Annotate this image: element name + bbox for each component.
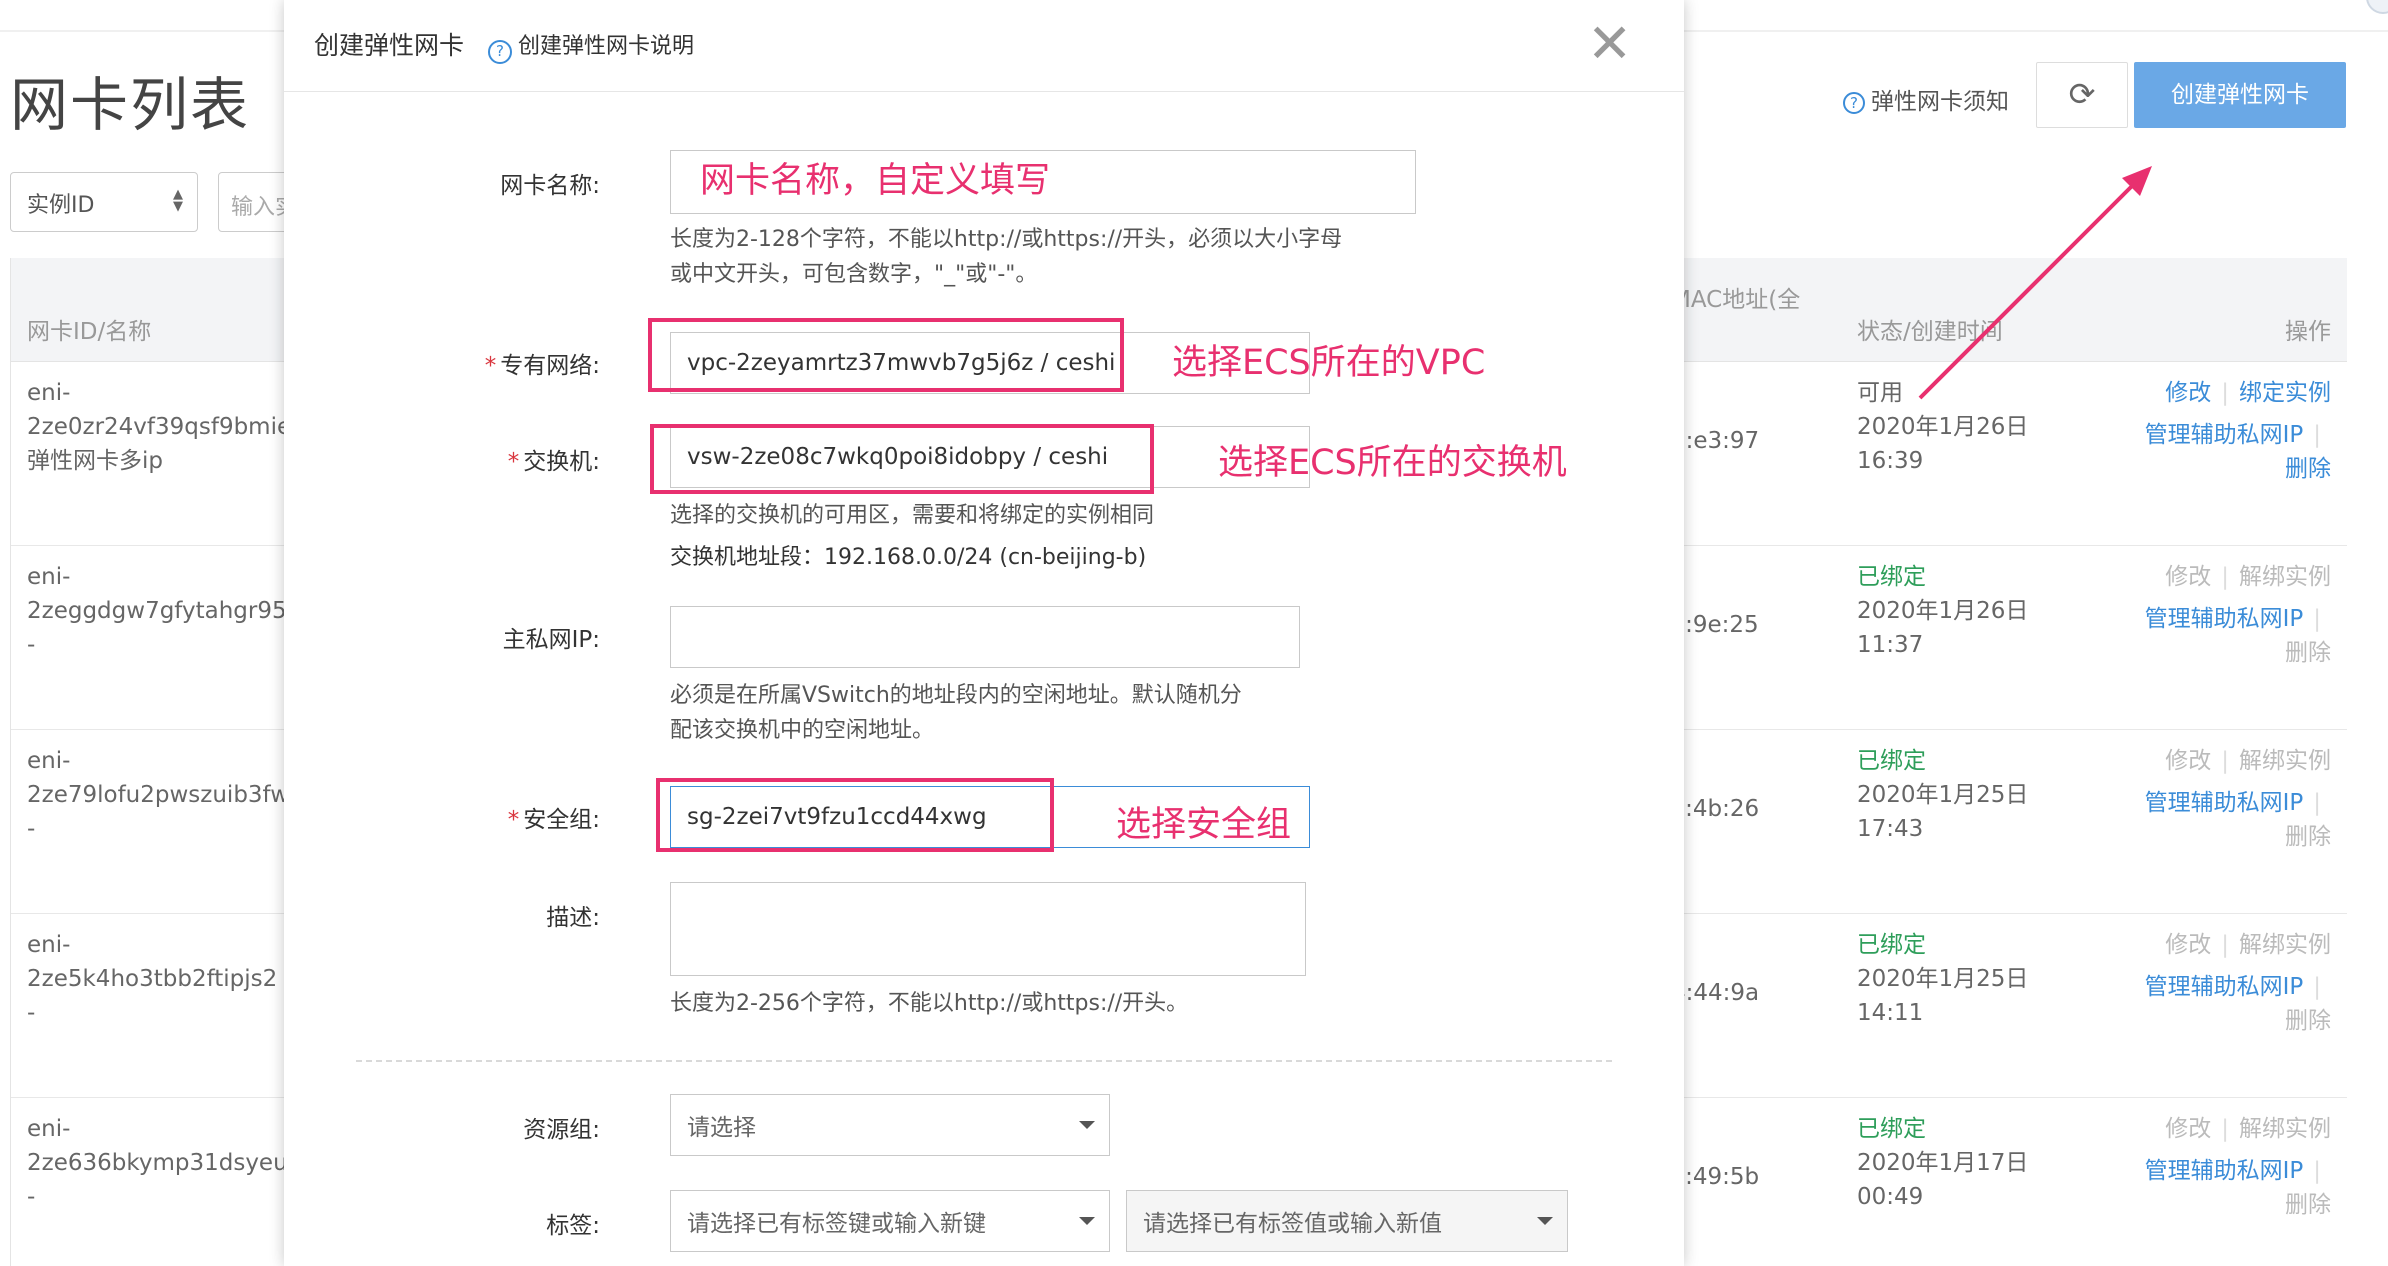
annotation-arrow bbox=[1918, 166, 2152, 400]
arrow-line bbox=[1918, 178, 2140, 400]
